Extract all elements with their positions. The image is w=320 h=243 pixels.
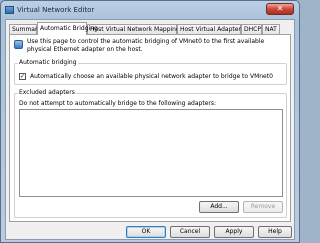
excluded-adapters-group: Excluded adapters Do not attempt to auto…	[14, 89, 287, 218]
info-text: Use this page to control the automatic b…	[27, 38, 265, 53]
excluded-adapters-label: Excluded adapters	[18, 89, 76, 96]
add-adapter-button[interactable]: Add...	[199, 201, 239, 213]
ok-button[interactable]: OK	[126, 226, 166, 238]
dialog-client-area: Summary Automatic Bridging Host Virtual …	[5, 19, 295, 240]
tab-host-virtual-network-mapping[interactable]: Host Virtual Network Mapping	[87, 24, 180, 34]
automatic-bridging-group: Automatic bridging ✓ Automatically choos…	[14, 59, 287, 85]
network-info-icon	[14, 40, 23, 49]
title-bar[interactable]: Virtual Network Editor ✕	[1, 1, 299, 19]
excluded-adapters-list[interactable]	[19, 109, 283, 197]
tab-automatic-bridging[interactable]: Automatic Bridging	[37, 22, 98, 35]
auto-choose-adapter-label[interactable]: Automatically choose an available physic…	[30, 73, 273, 80]
tab-host-virtual-adapters[interactable]: Host Virtual Adapters	[177, 24, 244, 34]
excluded-adapters-description: Do not attempt to automatically bridge t…	[19, 100, 217, 107]
help-button[interactable]: Help	[258, 226, 292, 238]
virtual-network-editor-window: Virtual Network Editor ✕ Summary Automat…	[0, 0, 300, 243]
cancel-button[interactable]: Cancel	[170, 226, 210, 238]
automatic-bridging-label: Automatic bridging	[18, 59, 78, 66]
tab-summary[interactable]: Summary	[9, 24, 41, 34]
tab-dhcp[interactable]: DHCP	[241, 24, 262, 34]
automatic-bridging-panel: Use this page to control the automatic b…	[9, 34, 291, 222]
apply-button[interactable]: Apply	[214, 226, 254, 238]
window-title: Virtual Network Editor	[17, 6, 95, 14]
app-icon	[5, 6, 14, 14]
remove-adapter-button[interactable]: Remove	[243, 201, 283, 213]
close-button[interactable]: ✕	[266, 3, 294, 15]
auto-choose-adapter-checkbox[interactable]: ✓	[19, 73, 26, 80]
tab-nat[interactable]: NAT	[262, 24, 280, 34]
